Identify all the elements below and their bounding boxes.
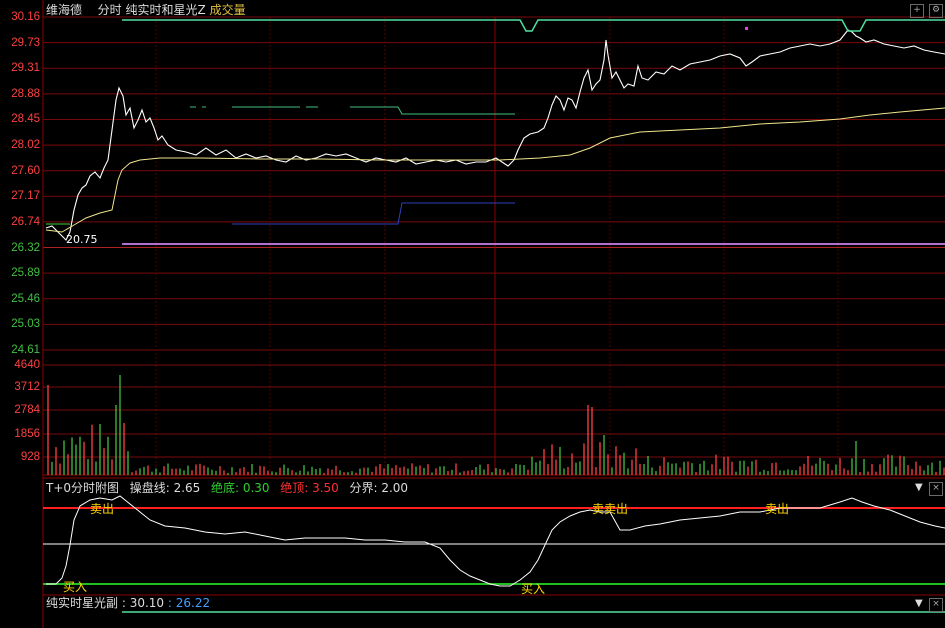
t0-boundary-label: 分界: xyxy=(349,481,378,495)
top-signal-line xyxy=(122,19,945,32)
sub-value-2: : 26.22 xyxy=(167,596,211,610)
intraday-chart-window: 维海德 分时 纯实时和星光Z 成交量 + ⚙ 30.16 29.73 29.31 28… xyxy=(0,0,945,628)
chart-header: 维海德 分时 纯实时和星光Z 成交量 xyxy=(46,3,246,17)
volume-tick-label: 4640 xyxy=(14,359,40,371)
plus-circle-icon[interactable]: + xyxy=(910,4,924,18)
marker-dot xyxy=(745,27,748,30)
price-tick-label: 29.73 xyxy=(11,36,40,49)
signal-buy-1: 买入 xyxy=(63,580,88,594)
t0-line-label: 操盘线: xyxy=(129,481,170,495)
t0-boundary-value: 2.00 xyxy=(381,481,409,495)
indicator-name[interactable]: 纯实时和星光Z xyxy=(126,3,206,17)
price-tick-label: 28.88 xyxy=(11,87,40,100)
signal-sell-1: 卖出 xyxy=(90,502,115,516)
price-tick-label: 27.60 xyxy=(11,164,40,177)
price-tick-label: 28.02 xyxy=(11,139,40,152)
price-tick-label: 25.03 xyxy=(11,318,40,331)
t0-bottom-value: 0.30 xyxy=(242,481,270,495)
volume-label[interactable]: 成交量 xyxy=(210,3,246,17)
t0-close-icon[interactable]: × xyxy=(929,482,943,496)
sub-panel-header: 纯实时星光副 : 30.10 : 26.22 xyxy=(46,596,210,610)
chart-graphics xyxy=(42,0,945,628)
chart-mode[interactable]: 分时 xyxy=(98,3,122,17)
sub-close-icon[interactable]: × xyxy=(929,598,943,612)
sub-title[interactable]: 纯实时星光副 xyxy=(46,596,118,610)
price-tick-label: 27.17 xyxy=(11,190,40,203)
signal-sell-3: 卖出 xyxy=(765,502,790,516)
indicator-segment xyxy=(397,106,515,115)
volume-tick-label: 3712 xyxy=(14,381,40,393)
price-tick-label: 26.74 xyxy=(11,215,40,228)
t0-collapse-icon[interactable]: ▼ xyxy=(915,482,923,493)
price-tick-label: 30.16 xyxy=(11,11,40,23)
price-tick-label: 29.31 xyxy=(11,62,40,75)
t0-bottom-label: 绝底: xyxy=(210,481,239,495)
price-tick-label: 25.46 xyxy=(11,292,40,305)
t0-line-value: 2.65 xyxy=(173,481,201,495)
volume-tick-label: 1856 xyxy=(14,428,40,440)
price-tick-label: 28.45 xyxy=(11,113,40,126)
price-tick-label: 25.89 xyxy=(11,267,40,280)
signal-buy-2: 买入 xyxy=(521,582,546,596)
stock-name[interactable]: 维海德 xyxy=(46,3,82,17)
t0-top-label: 绝顶: xyxy=(280,481,309,495)
indicator-segment xyxy=(232,202,515,225)
volume-tick-label: 2784 xyxy=(14,404,40,416)
signal-sell-2: 卖卖出 xyxy=(592,502,629,516)
price-tick-label: 26.32 xyxy=(11,241,40,254)
sub-collapse-icon[interactable]: ▼ xyxy=(915,598,923,609)
t0-operation-line xyxy=(46,495,945,587)
t0-panel-header: T+0分时附图 操盘线: 2.65 绝底: 0.30 绝顶: 3.50 分界: … xyxy=(46,481,408,495)
price-tick-label: 24.61 xyxy=(11,344,40,356)
volume-tick-label: 928 xyxy=(20,451,40,463)
t0-top-value: 3.50 xyxy=(312,481,339,495)
low-price-label: 20.75 xyxy=(66,233,98,246)
t0-title[interactable]: T+0分时附图 xyxy=(46,481,119,495)
settings-icon[interactable]: ⚙ xyxy=(929,4,943,18)
sub-value-1: : 30.10 xyxy=(121,596,165,610)
